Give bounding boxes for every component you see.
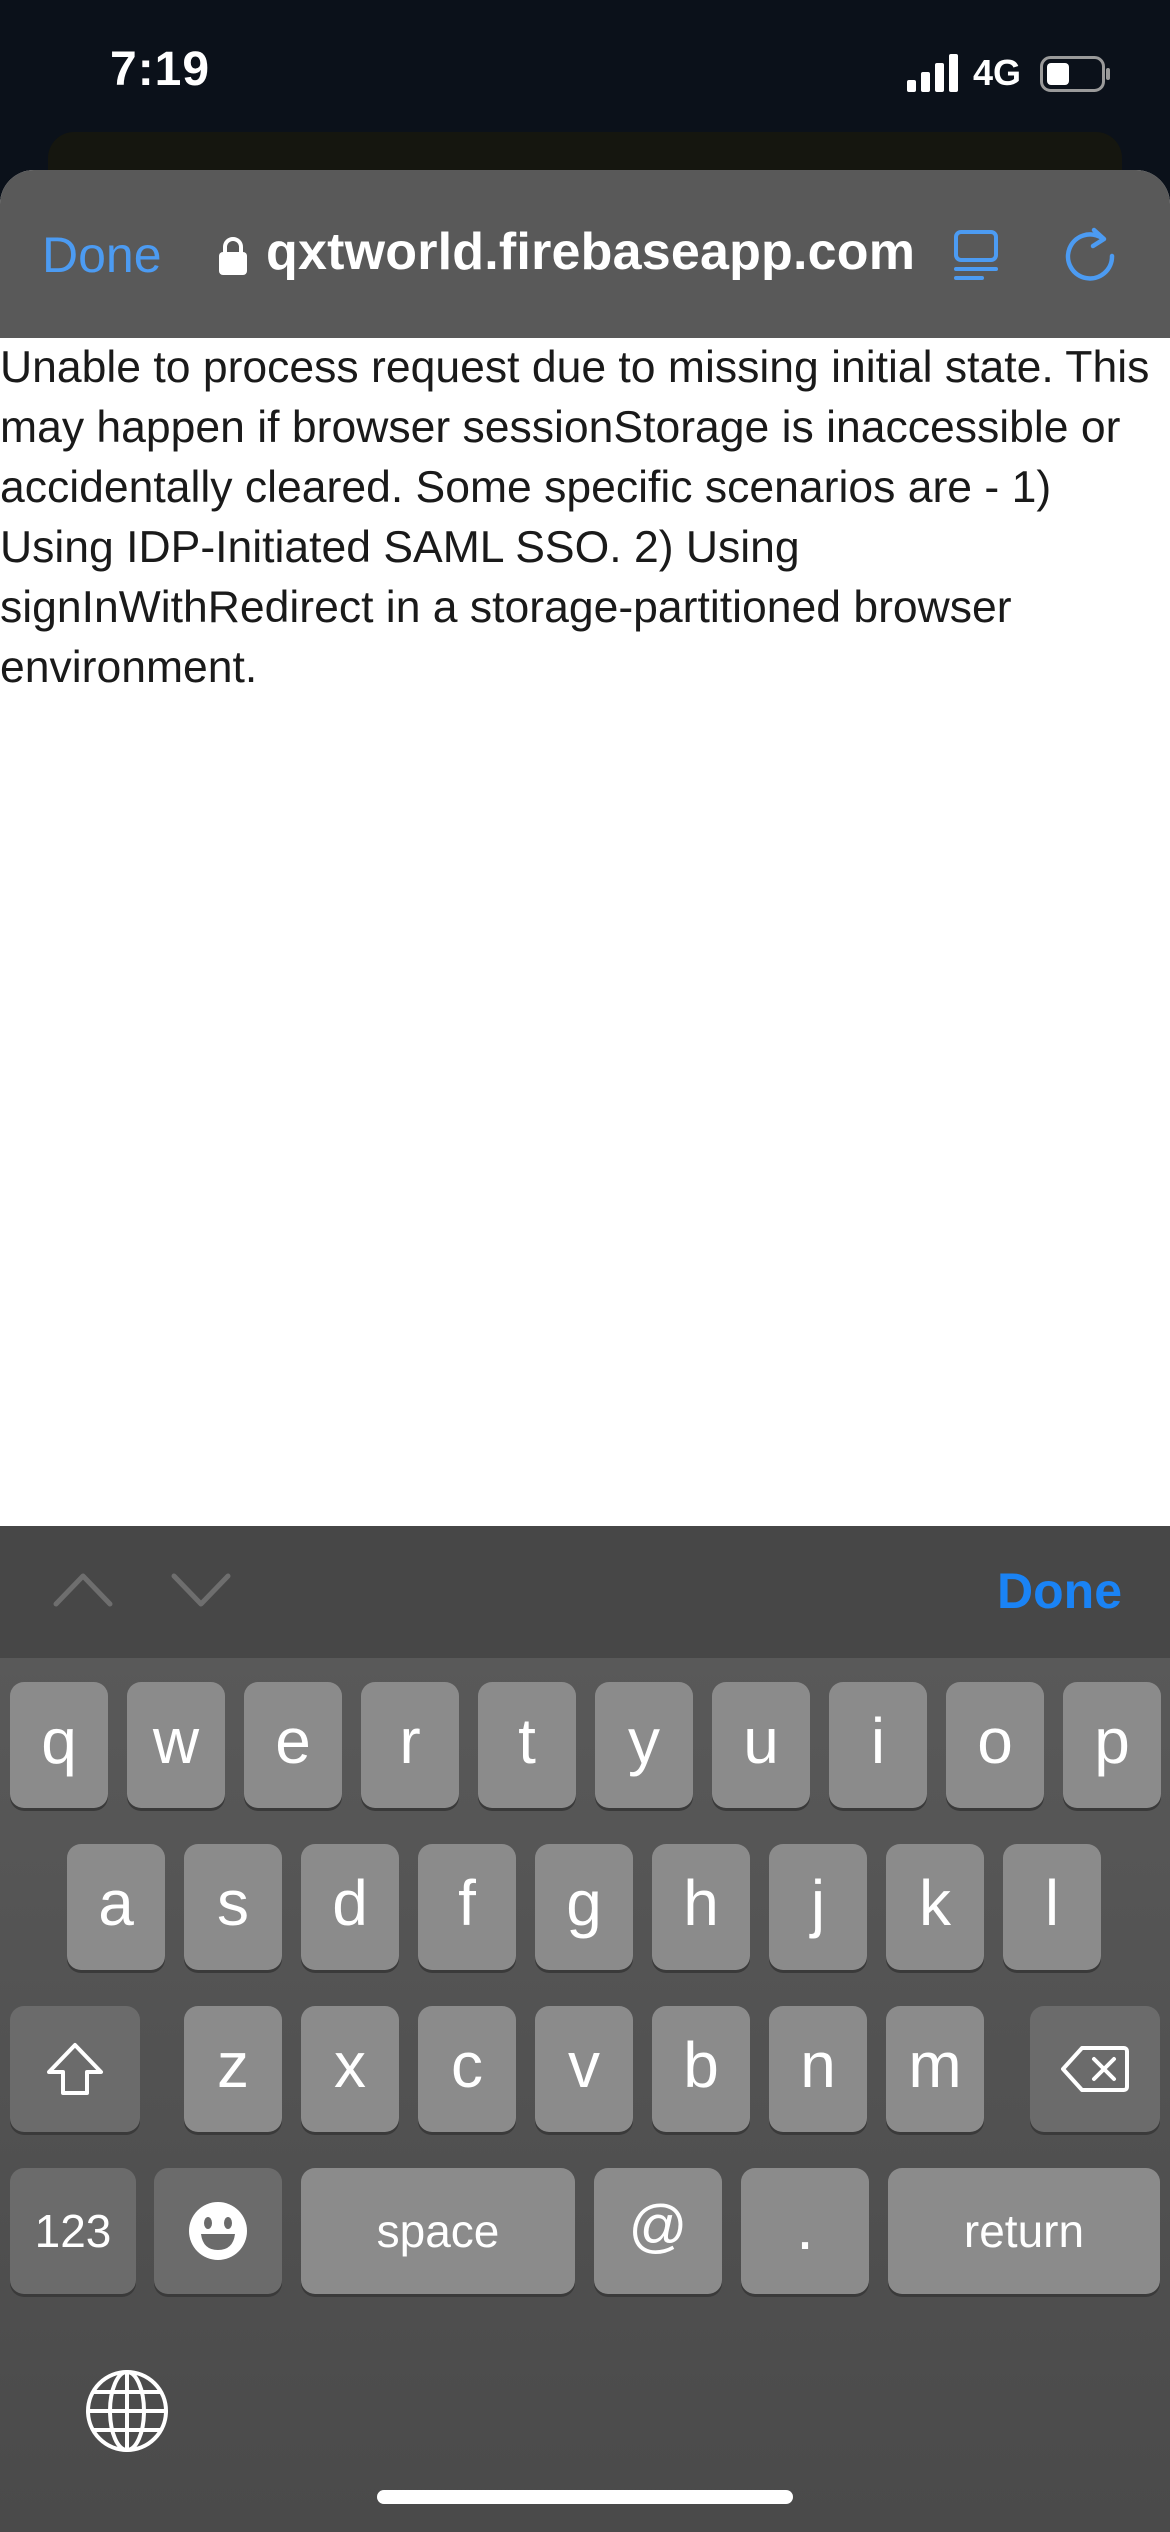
key-k[interactable]: k	[886, 1844, 984, 1970]
period-key[interactable]: .	[741, 2168, 869, 2294]
shift-key[interactable]	[10, 2006, 140, 2132]
lock-icon	[219, 237, 247, 275]
at-key[interactable]: @	[594, 2168, 722, 2294]
done-button[interactable]: Done	[42, 226, 162, 284]
battery-icon	[1040, 56, 1110, 92]
home-indicator[interactable]	[377, 2490, 793, 2504]
key-j[interactable]: j	[769, 1844, 867, 1970]
delete-key[interactable]	[1030, 2006, 1160, 2132]
key-m[interactable]: m	[886, 2006, 984, 2132]
chevron-up-icon[interactable]	[50, 1566, 116, 1612]
emoji-icon	[189, 2202, 247, 2260]
key-t[interactable]: t	[478, 1682, 576, 1808]
key-s[interactable]: s	[184, 1844, 282, 1970]
key-r[interactable]: r	[361, 1682, 459, 1808]
keyboard: q w e r t y u i o p a s d f g h j k l z …	[0, 1658, 1170, 2532]
error-message: Unable to process request due to missing…	[0, 343, 1150, 692]
url-address[interactable]: qxtworld.firebaseapp.com	[266, 222, 915, 282]
key-p[interactable]: p	[1063, 1682, 1161, 1808]
key-b[interactable]: b	[652, 2006, 750, 2132]
key-a[interactable]: a	[67, 1844, 165, 1970]
key-c[interactable]: c	[418, 2006, 516, 2132]
shift-icon	[47, 2043, 103, 2095]
emoji-key[interactable]	[154, 2168, 282, 2294]
key-i[interactable]: i	[829, 1682, 927, 1808]
key-w[interactable]: w	[127, 1682, 225, 1808]
network-type: 4G	[973, 52, 1022, 93]
key-y[interactable]: y	[595, 1682, 693, 1808]
space-key[interactable]: space	[301, 2168, 575, 2294]
key-x[interactable]: x	[301, 2006, 399, 2132]
globe-icon[interactable]	[84, 2368, 170, 2454]
status-time: 7:19	[110, 43, 211, 96]
key-n[interactable]: n	[769, 2006, 867, 2132]
chevron-down-icon[interactable]	[168, 1566, 234, 1612]
key-d[interactable]: d	[301, 1844, 399, 1970]
key-h[interactable]: h	[652, 1844, 750, 1970]
numbers-key[interactable]: 123	[10, 2168, 136, 2294]
key-e[interactable]: e	[244, 1682, 342, 1808]
keyboard-accessory-bar: Done	[0, 1526, 1170, 1658]
key-z[interactable]: z	[184, 2006, 282, 2132]
page-content: Unable to process request due to missing…	[0, 338, 1170, 698]
key-l[interactable]: l	[1003, 1844, 1101, 1970]
key-q[interactable]: q	[10, 1682, 108, 1808]
key-o[interactable]: o	[946, 1682, 1044, 1808]
key-v[interactable]: v	[535, 2006, 633, 2132]
reload-icon[interactable]	[1064, 226, 1118, 284]
keyboard-done-button[interactable]: Done	[997, 1562, 1122, 1620]
backspace-icon	[1061, 2046, 1129, 2092]
reader-view-icon[interactable]	[952, 228, 1000, 282]
key-g[interactable]: g	[535, 1844, 633, 1970]
return-key[interactable]: return	[888, 2168, 1160, 2294]
browser-toolbar: Done qxtworld.firebaseapp.com	[0, 170, 1170, 338]
key-f[interactable]: f	[418, 1844, 516, 1970]
key-u[interactable]: u	[712, 1682, 810, 1808]
status-bar: 7:19 4G	[0, 0, 1170, 150]
signal-strength-icon	[907, 54, 958, 92]
